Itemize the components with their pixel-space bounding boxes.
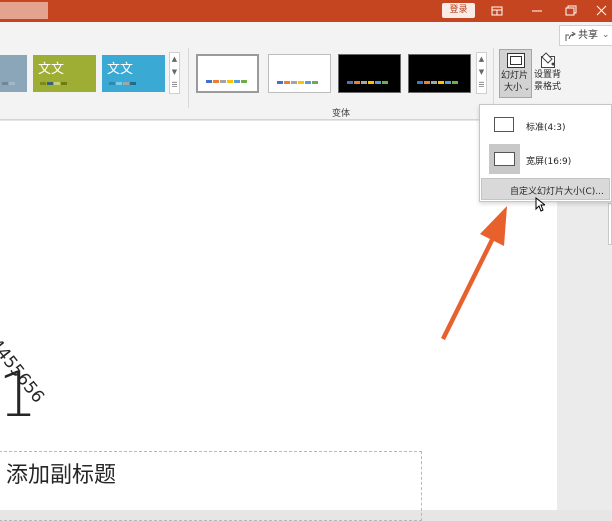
menu-item-standard-label: 标准(4:3) — [526, 123, 566, 133]
theme-thumbnail-text: 文文 — [38, 62, 65, 77]
share-label: 共享 — [578, 30, 598, 41]
format-background-icon — [539, 52, 557, 71]
minimize-icon[interactable] — [527, 2, 547, 20]
subtitle-placeholder[interactable]: 添加副标题 — [0, 451, 422, 521]
share-icon — [565, 30, 576, 49]
format-background-label-line1: 设置背 — [534, 70, 562, 80]
color-swatches — [109, 82, 136, 85]
slide-size-label-line2: 大小 — [504, 83, 523, 93]
scroll-up-icon[interactable]: ▲ — [477, 53, 486, 66]
login-button[interactable]: 登录 — [442, 3, 475, 18]
menu-item-widescreen-label: 宽屏(16:9) — [526, 157, 572, 167]
chevron-down-icon: ⌄ — [524, 84, 530, 92]
format-background-button[interactable]: 设置背 景格式 — [533, 49, 563, 98]
variants-group-label: 变体 — [332, 109, 351, 119]
subtitle-text: 添加副标题 — [6, 463, 117, 488]
standard-ratio-icon — [494, 117, 514, 135]
divider — [188, 48, 189, 108]
chevron-down-icon: ⌄ — [602, 30, 610, 40]
title-bar: 登录 — [0, 0, 612, 22]
scroll-down-icon[interactable]: ▼ — [477, 66, 486, 79]
title-search-box[interactable] — [0, 2, 48, 19]
slide-size-dropdown: 标准(4:3) 宽屏(16:9) 自定义幻灯片大小(C)... — [479, 104, 612, 202]
theme-thumbnail-1[interactable] — [0, 55, 27, 92]
vertical-scrollbar-thumb[interactable] — [608, 203, 612, 245]
gallery-more-icon[interactable]: ☰ — [170, 79, 179, 92]
theme-gallery-scrollbar[interactable]: ▲ ▼ ☰ — [169, 52, 180, 94]
variant-thumbnail-2[interactable] — [268, 54, 331, 93]
slide-size-label-line1: 幻灯片 — [501, 71, 529, 81]
divider — [493, 48, 494, 108]
menu-item-custom-size-label: 自定义幻灯片大小(C)... — [510, 187, 604, 197]
theme-thumbnail-text: 文文 — [107, 62, 134, 77]
theme-thumbnail-2[interactable]: 文文 — [33, 55, 96, 92]
gallery-more-icon[interactable]: ☰ — [477, 79, 486, 92]
slide-size-button[interactable]: 幻灯片 大小 ⌄ — [499, 49, 532, 98]
variant-thumbnail-1[interactable] — [196, 54, 259, 93]
widescreen-ratio-icon — [489, 144, 520, 174]
close-icon[interactable] — [592, 2, 612, 20]
menu-item-standard[interactable]: 标准(4:3) — [480, 109, 611, 139]
color-swatches — [40, 82, 67, 85]
restore-icon[interactable] — [560, 2, 580, 20]
title-placeholder-text[interactable]: 1 — [0, 360, 37, 430]
menu-item-custom-size[interactable]: 自定义幻灯片大小(C)... — [481, 178, 610, 200]
menu-item-widescreen[interactable]: 宽屏(16:9) — [480, 143, 611, 175]
scroll-up-icon[interactable]: ▲ — [170, 53, 179, 66]
scroll-down-icon[interactable]: ▼ — [170, 66, 179, 79]
mouse-cursor-icon — [535, 197, 545, 212]
format-background-label-line2: 景格式 — [534, 82, 562, 92]
share-button[interactable]: 共享 ⌄ — [559, 25, 612, 46]
theme-thumbnail-3[interactable]: 文文 — [102, 55, 165, 92]
variant-thumbnail-4[interactable] — [408, 54, 471, 93]
variant-thumbnail-3[interactable] — [338, 54, 401, 93]
slide-size-icon — [507, 53, 525, 71]
ribbon-display-icon[interactable] — [487, 2, 507, 20]
variant-gallery-scrollbar[interactable]: ▲ ▼ ☰ — [476, 52, 487, 94]
